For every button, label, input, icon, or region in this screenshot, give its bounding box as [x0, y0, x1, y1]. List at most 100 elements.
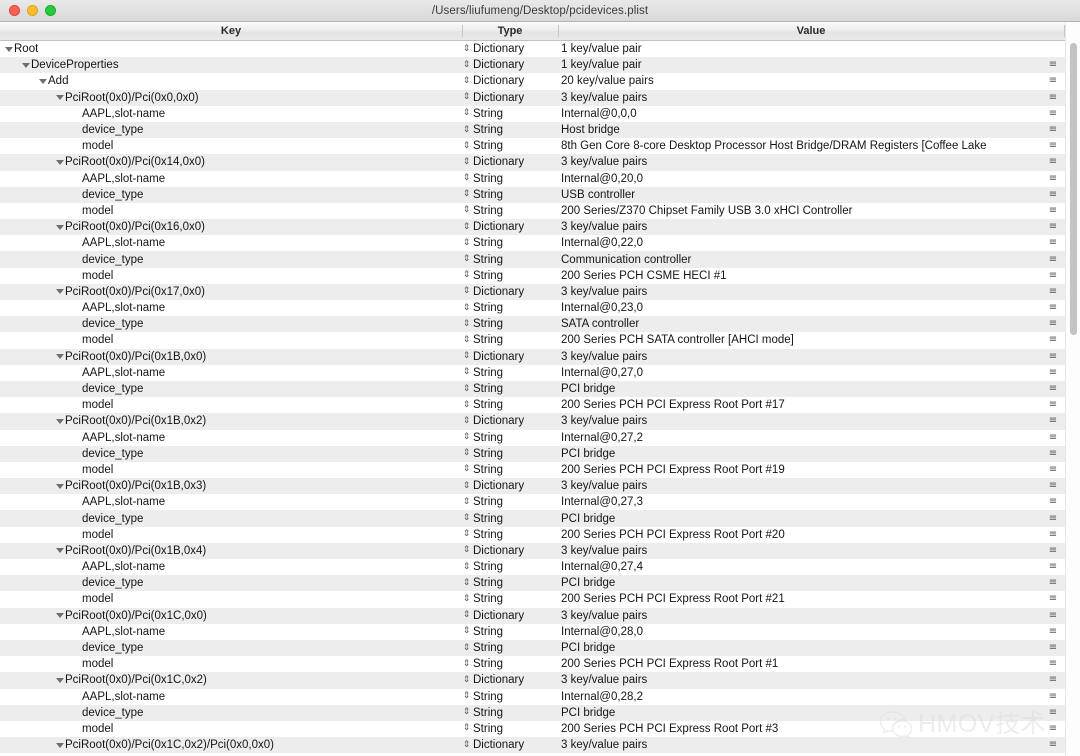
cell-key[interactable]: DeviceProperties: [0, 59, 462, 71]
cell-key[interactable]: device_type: [0, 318, 462, 330]
cell-key[interactable]: PciRoot(0x0)/Pci(0x1C,0x2)/Pci(0x0,0x0): [0, 739, 462, 751]
cell-key[interactable]: AAPL,slot-name: [0, 302, 462, 314]
type-stepper-icon[interactable]: ⇕: [462, 692, 471, 701]
type-stepper-icon[interactable]: ⇕: [462, 659, 471, 669]
type-stepper-icon[interactable]: ⇕: [462, 578, 471, 588]
disclosure-triangle-open-icon[interactable]: [55, 158, 64, 167]
type-stepper-icon[interactable]: ⇕: [462, 255, 471, 264]
cell-type[interactable]: ⇕ String: [462, 577, 558, 589]
cell-key[interactable]: PciRoot(0x0)/Pci(0x14,0x0): [0, 156, 462, 168]
column-header-value[interactable]: Value: [558, 22, 1064, 40]
cell-key[interactable]: Root: [0, 43, 462, 55]
cell-key[interactable]: AAPL,slot-name: [0, 496, 462, 508]
cell-value[interactable]: Host bridge ≡: [558, 124, 1080, 136]
cell-value[interactable]: Internal@0,27,4 ≡: [558, 561, 1080, 573]
cell-key[interactable]: model: [0, 334, 462, 346]
cell-key[interactable]: device_type: [0, 642, 462, 654]
row-menu-icon[interactable]: ≡: [1046, 238, 1060, 248]
cell-key[interactable]: device_type: [0, 124, 462, 136]
cell-key[interactable]: AAPL,slot-name: [0, 626, 462, 638]
row-menu-icon[interactable]: ≡: [1046, 60, 1060, 70]
type-stepper-icon[interactable]: ⇕: [462, 206, 471, 215]
cell-value[interactable]: PCI bridge ≡: [558, 642, 1080, 654]
cell-value[interactable]: 200 Series PCH PCI Express Root Port #1 ≡: [558, 658, 1080, 670]
cell-type[interactable]: ⇕ String: [462, 254, 558, 266]
cell-type[interactable]: ⇕ String: [462, 464, 558, 476]
row-menu-icon[interactable]: ≡: [1046, 497, 1060, 507]
table-row[interactable]: device_type ⇕ String SATA controller ≡: [0, 316, 1080, 333]
type-stepper-icon[interactable]: ⇕: [462, 497, 471, 507]
cell-key[interactable]: model: [0, 658, 462, 670]
cell-type[interactable]: ⇕ String: [462, 140, 558, 152]
table-row[interactable]: model ⇕ String 200 Series/Z370 Chipset Fami…: [0, 202, 1080, 220]
row-menu-icon[interactable]: ≡: [1046, 286, 1060, 297]
type-stepper-icon[interactable]: ⇕: [462, 546, 471, 555]
cell-value[interactable]: Internal@0,27,2 ≡: [558, 432, 1080, 444]
row-menu-icon[interactable]: ≡: [1046, 740, 1060, 750]
row-menu-icon[interactable]: ≡: [1046, 594, 1060, 604]
table-row[interactable]: model ⇕ String 200 Series PCH PCI Express R…: [0, 461, 1080, 479]
type-stepper-icon[interactable]: ⇕: [462, 93, 471, 102]
table-row[interactable]: AAPL,slot-name ⇕ String Internal@0,27,0 ≡: [0, 364, 1080, 381]
row-menu-icon[interactable]: ≡: [1046, 270, 1060, 281]
cell-key[interactable]: AAPL,slot-name: [0, 108, 462, 120]
table-row[interactable]: device_type ⇕ String PCI bridge ≡: [0, 639, 1080, 657]
type-stepper-icon[interactable]: ⇕: [462, 368, 471, 377]
cell-key[interactable]: model: [0, 464, 462, 476]
row-menu-icon[interactable]: ≡: [1046, 254, 1060, 265]
cell-type[interactable]: ⇕ Dictionary: [462, 545, 558, 557]
cell-value[interactable]: 200 Series PCH PCI Express Root Port #17…: [558, 399, 1080, 411]
table-row[interactable]: AAPL,slot-name ⇕ String Internal@0,27,3 ≡: [0, 494, 1080, 511]
cell-key[interactable]: AAPL,slot-name: [0, 367, 462, 379]
cell-key[interactable]: model: [0, 723, 462, 735]
disclosure-triangle-open-icon[interactable]: [55, 223, 64, 232]
cell-key[interactable]: PciRoot(0x0)/Pci(0x1B,0x4): [0, 545, 462, 557]
row-menu-icon[interactable]: ≡: [1046, 529, 1060, 540]
row-menu-icon[interactable]: ≡: [1046, 643, 1060, 653]
type-stepper-icon[interactable]: ⇕: [462, 562, 471, 572]
table-row[interactable]: PciRoot(0x0)/Pci(0x1B,0x3) ⇕ Dictionary 3 k…: [0, 478, 1080, 495]
row-menu-icon[interactable]: ≡: [1046, 319, 1060, 329]
cell-type[interactable]: ⇕ String: [462, 367, 558, 379]
type-stepper-icon[interactable]: ⇕: [462, 174, 471, 183]
table-row[interactable]: model ⇕ String 200 Series PCH CSME HECI #1 ≡: [0, 267, 1080, 284]
cell-type[interactable]: ⇕ Dictionary: [462, 92, 558, 104]
cell-key[interactable]: device_type: [0, 707, 462, 719]
disclosure-triangle-open-icon[interactable]: [55, 611, 64, 620]
cell-value[interactable]: 3 key/value pairs ≡: [558, 480, 1080, 492]
cell-type[interactable]: ⇕ Dictionary: [462, 480, 558, 492]
table-row[interactable]: model ⇕ String 200 Series PCH SATA controll…: [0, 332, 1080, 349]
table-row[interactable]: PciRoot(0x0)/Pci(0x1C,0x2) ⇕ Dictionary 3 k…: [0, 672, 1080, 689]
type-stepper-icon[interactable]: ⇕: [462, 465, 471, 474]
type-stepper-icon[interactable]: ⇕: [462, 238, 471, 248]
cell-value[interactable]: Internal@0,27,3 ≡: [558, 496, 1080, 508]
row-menu-icon[interactable]: ≡: [1046, 303, 1060, 313]
cell-key[interactable]: AAPL,slot-name: [0, 173, 462, 185]
row-menu-icon[interactable]: ≡: [1046, 76, 1060, 86]
type-stepper-icon[interactable]: ⇕: [462, 449, 471, 458]
row-menu-icon[interactable]: ≡: [1046, 545, 1060, 556]
column-header-type[interactable]: Type: [462, 22, 558, 40]
cell-type[interactable]: ⇕ String: [462, 189, 558, 201]
disclosure-triangle-open-icon[interactable]: [38, 77, 47, 86]
row-menu-icon[interactable]: ≡: [1046, 173, 1060, 184]
cell-key[interactable]: PciRoot(0x0)/Pci(0x1B,0x2): [0, 415, 462, 427]
table-row[interactable]: AAPL,slot-name ⇕ String Internal@0,27,2 ≡: [0, 429, 1080, 446]
type-stepper-icon[interactable]: ⇕: [462, 400, 471, 410]
row-menu-icon[interactable]: ≡: [1046, 691, 1060, 702]
table-row[interactable]: model ⇕ String 200 Series PCH PCI Express R…: [0, 656, 1080, 673]
cell-key[interactable]: model: [0, 140, 462, 152]
row-menu-icon[interactable]: ≡: [1046, 723, 1060, 734]
cell-value[interactable]: Internal@0,22,0 ≡: [558, 237, 1080, 249]
minimize-button[interactable]: [27, 5, 38, 16]
cell-key[interactable]: Add: [0, 75, 462, 87]
cell-value[interactable]: Internal@0,28,2 ≡: [558, 691, 1080, 703]
cell-type[interactable]: ⇕ String: [462, 529, 558, 541]
cell-type[interactable]: ⇕ Dictionary: [462, 674, 558, 686]
row-menu-icon[interactable]: ≡: [1046, 675, 1060, 685]
cell-value[interactable]: PCI bridge ≡: [558, 577, 1080, 589]
type-stepper-icon[interactable]: ⇕: [462, 60, 471, 70]
row-menu-icon[interactable]: ≡: [1046, 351, 1060, 362]
disclosure-triangle-open-icon[interactable]: [55, 482, 64, 491]
cell-key[interactable]: PciRoot(0x0)/Pci(0x16,0x0): [0, 221, 462, 233]
